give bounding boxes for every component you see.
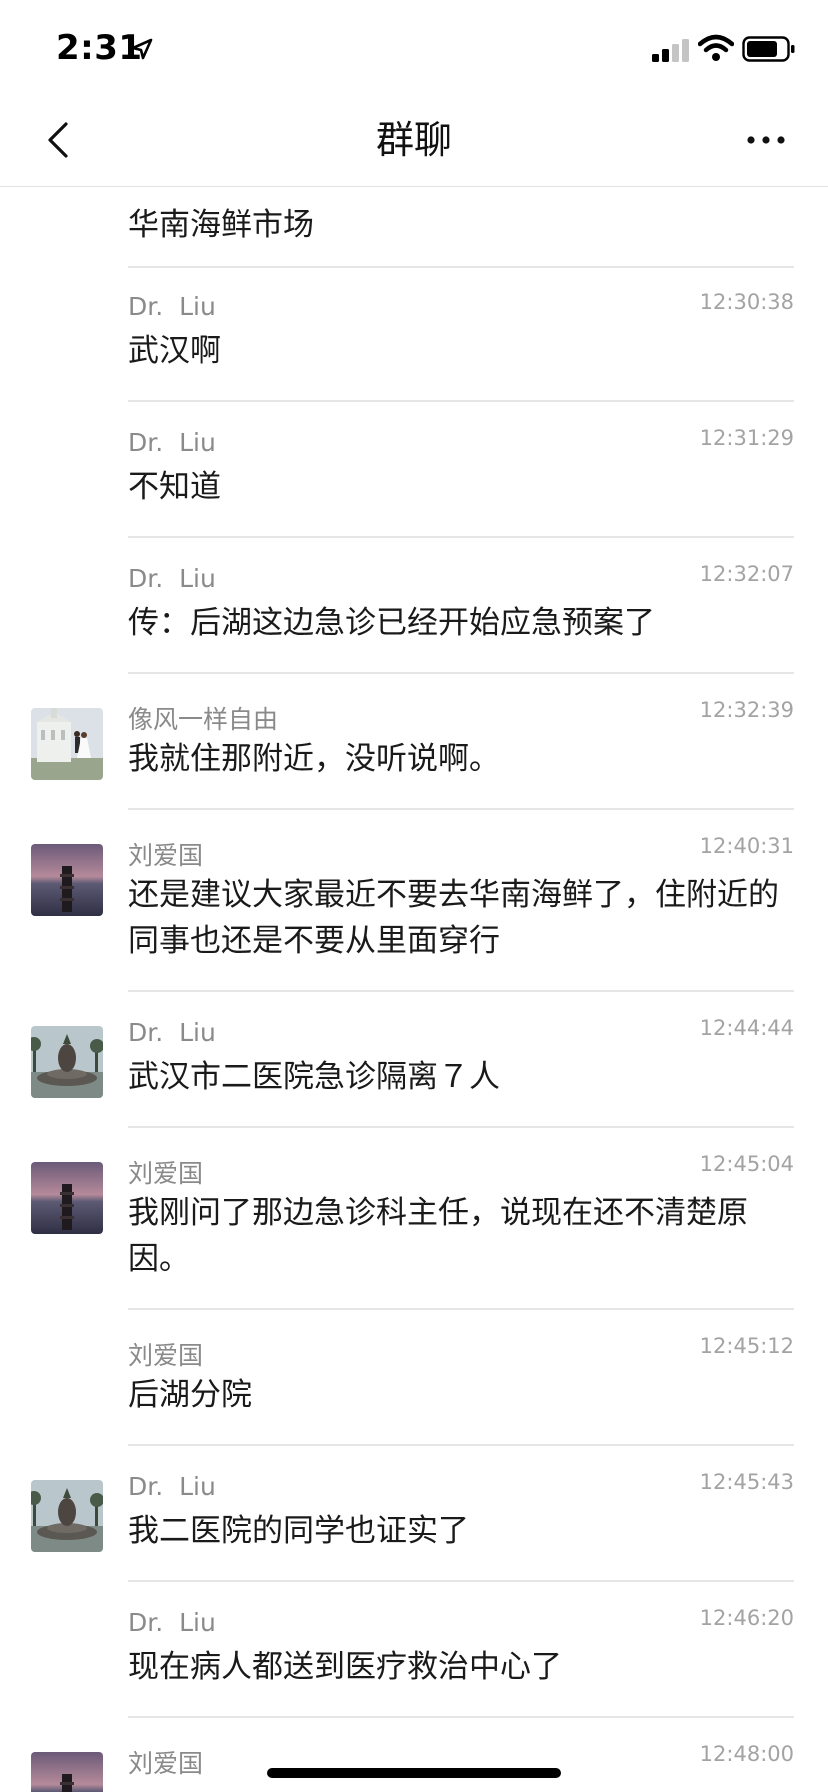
message-sender: 刘爱国 xyxy=(128,841,204,870)
wifi-icon xyxy=(698,34,734,61)
location-arrow-icon xyxy=(131,38,153,60)
message-item[interactable]: 刘爱国 12:45:12 后湖分院 xyxy=(0,1310,828,1446)
avatar-seascape-photo xyxy=(31,1752,103,1792)
message-sender: Dr. Liu xyxy=(128,1018,216,1047)
message-item[interactable]: Dr. Liu 12:46:20 现在病人都送到医疗救治中心了 xyxy=(0,1582,828,1718)
message-timestamp: 12:45:12 xyxy=(699,1334,794,1358)
avatar[interactable] xyxy=(31,1752,103,1792)
message-timestamp: 12:48:00 xyxy=(699,1742,794,1766)
back-button[interactable] xyxy=(28,110,88,170)
avatar[interactable] xyxy=(31,1480,103,1552)
message-list[interactable]: 华南海鲜市场 Dr. Liu 12:30:38 武汉啊 Dr. Liu 12:3… xyxy=(0,187,828,1792)
avatar[interactable] xyxy=(31,1162,103,1234)
message-sender: 刘爱国 xyxy=(128,1159,204,1188)
message-timestamp: 12:30:38 xyxy=(699,290,794,314)
message-item[interactable]: 刘爱国 12:48:00 xyxy=(0,1718,828,1792)
message-sender: 刘爱国 xyxy=(128,1749,204,1778)
more-button[interactable] xyxy=(736,110,796,170)
status-time: 2:31 xyxy=(56,28,143,68)
message-text: 武汉啊 xyxy=(128,333,221,369)
message-timestamp: 12:32:39 xyxy=(699,698,794,722)
message-item[interactable]: Dr. Liu 12:30:38 武汉啊 xyxy=(0,266,828,402)
status-bar: 2:31 xyxy=(0,0,828,96)
message-timestamp: 12:31:29 xyxy=(699,426,794,450)
message-item[interactable]: Dr. Liu 12:31:29 不知道 xyxy=(0,402,828,538)
message-sender: Dr. Liu xyxy=(128,1472,216,1501)
message-timestamp: 12:46:20 xyxy=(699,1606,794,1630)
message-text: 传：后湖这边急诊已经开始应急预案了 xyxy=(128,605,655,641)
avatar-seascape-photo xyxy=(31,1162,103,1234)
avatar-wedding-photo xyxy=(31,708,103,780)
message-timestamp: 12:32:07 xyxy=(699,562,794,586)
message-sender: Dr. Liu xyxy=(128,1608,216,1637)
message-item[interactable]: 像风一样自由 12:32:39 我就住那附近，没听说啊。 xyxy=(0,674,828,810)
message-item[interactable]: Dr. Liu 12:44:44 武汉市二医院急诊隔离７人 xyxy=(0,992,828,1128)
message-text: 不知道 xyxy=(128,469,221,505)
message-text: 还是建议大家最近不要去华南海鲜了，住附近的同事也还是不要从里面穿行 xyxy=(128,877,779,959)
message-timestamp: 12:44:44 xyxy=(699,1016,794,1040)
avatar-fountain-photo xyxy=(31,1480,103,1552)
more-dots-icon xyxy=(747,136,785,144)
battery-icon xyxy=(742,36,795,62)
message-item[interactable]: 刘爱国 12:40:31 还是建议大家最近不要去华南海鲜了，住附近的同事也还是不… xyxy=(0,810,828,992)
avatar[interactable] xyxy=(31,708,103,780)
message-text: 我二医院的同学也证实了 xyxy=(128,1513,469,1549)
page-title: 群聊 xyxy=(375,118,452,162)
chevron-left-icon xyxy=(48,122,68,158)
cellular-signal-icon xyxy=(652,39,689,62)
message-timestamp: 12:40:31 xyxy=(699,834,794,858)
message-timestamp: 12:45:43 xyxy=(699,1470,794,1494)
message-item[interactable]: Dr. Liu 12:32:07 传：后湖这边急诊已经开始应急预案了 xyxy=(0,538,828,674)
message-timestamp: 12:45:04 xyxy=(699,1152,794,1176)
message-sender: Dr. Liu xyxy=(128,428,216,457)
message-text: 我就住那附近，没听说啊。 xyxy=(128,741,500,777)
nav-bar: 群聊 xyxy=(0,96,828,187)
avatar-fountain-photo xyxy=(31,1026,103,1098)
message-sender: 刘爱国 xyxy=(128,1341,204,1370)
avatar[interactable] xyxy=(31,844,103,916)
home-indicator[interactable] xyxy=(267,1768,561,1778)
avatar-seascape-photo xyxy=(31,844,103,916)
message-text: 武汉市二医院急诊隔离７人 xyxy=(128,1059,500,1095)
message-item[interactable]: Dr. Liu 12:45:43 我二医院的同学也证实了 xyxy=(0,1446,828,1582)
message-text: 华南海鲜市场 xyxy=(128,207,314,243)
message-sender: 像风一样自由 xyxy=(128,705,279,734)
message-text: 现在病人都送到医疗救治中心了 xyxy=(128,1649,562,1685)
message-sender: Dr. Liu xyxy=(128,292,216,321)
message-text: 后湖分院 xyxy=(128,1377,252,1413)
message-item[interactable]: 刘爱国 12:45:04 我刚问了那边急诊科主任，说现在还不清楚原因。 xyxy=(0,1128,828,1310)
message-sender: Dr. Liu xyxy=(128,564,216,593)
avatar[interactable] xyxy=(31,1026,103,1098)
message-text: 我刚问了那边急诊科主任，说现在还不清楚原因。 xyxy=(128,1195,748,1277)
message-item-partial[interactable]: 华南海鲜市场 xyxy=(128,187,794,268)
